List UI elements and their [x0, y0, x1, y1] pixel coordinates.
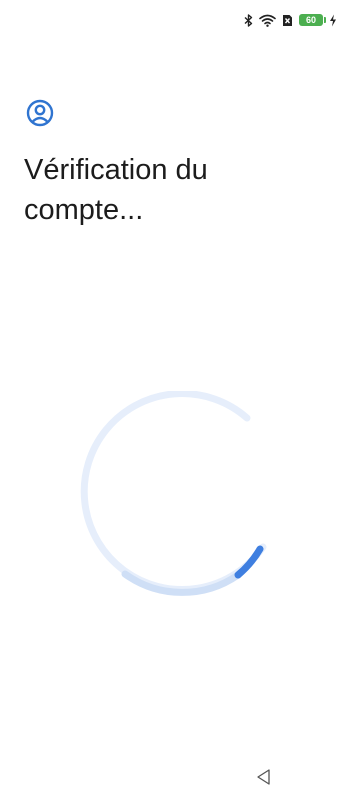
spinner-track — [80, 391, 267, 593]
battery-icon: 60 — [299, 14, 326, 26]
wifi-icon — [259, 14, 276, 27]
spinner-head — [234, 545, 264, 579]
status-icons: 60 — [244, 11, 337, 29]
account-icon — [26, 99, 54, 127]
charging-icon — [330, 14, 336, 26]
back-triangle-icon[interactable] — [255, 768, 273, 786]
sim-icon — [283, 14, 292, 26]
battery-level: 60 — [305, 15, 316, 25]
loading-spinner — [80, 391, 267, 596]
spinner-fade — [121, 570, 242, 596]
page-title: Vérification du compte... — [24, 154, 208, 226]
status-bar: 60 — [0, 0, 359, 40]
bluetooth-icon — [244, 13, 253, 27]
